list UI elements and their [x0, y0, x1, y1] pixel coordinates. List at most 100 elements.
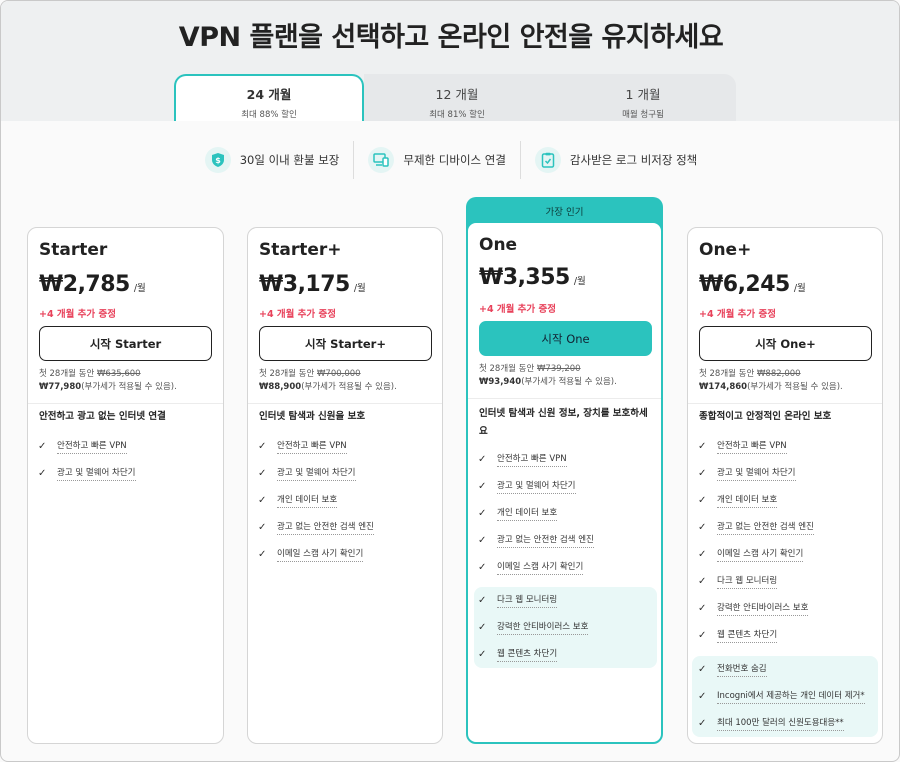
- list-item: ✓ Incogni에서 제공하는 개인 데이터 제거*: [698, 683, 865, 710]
- list-item: ✓ 광고 및 멀웨어 차단기: [698, 460, 814, 487]
- check-icon: ✓: [478, 508, 487, 519]
- check-icon: ✓: [698, 522, 707, 533]
- start-starter-plus-button[interactable]: 시작 Starter+: [259, 326, 432, 361]
- check-icon: ✓: [478, 595, 487, 606]
- feature-label: 30일 이내 환불 보장: [239, 153, 340, 167]
- feature-item[interactable]: 광고 및 멀웨어 차단기: [497, 479, 576, 494]
- tab-label: 24 개월: [246, 87, 292, 102]
- check-icon: ✓: [698, 718, 707, 729]
- feature-item[interactable]: 광고 없는 안전한 검색 엔진: [497, 533, 594, 548]
- discounted-total: ₩174,860: [699, 382, 748, 392]
- billing-info: 첫 28개월 동안 ₩882,000 ₩174,860(부가세가 적용될 수 있…: [699, 368, 843, 394]
- pricing-page: VPN 플랜을 선택하고 온라인 안전을 유지하세요 24 개월 최대 88% …: [0, 0, 900, 762]
- start-one-button[interactable]: 시작 One: [479, 321, 652, 356]
- list-item: ✓ 광고 및 멀웨어 차단기: [258, 460, 374, 487]
- billing-prefix: 첫 28개월 동안: [479, 364, 538, 374]
- tab-24-months[interactable]: 24 개월 최대 88% 할인: [174, 74, 364, 121]
- tab-label: 12 개월: [435, 87, 479, 102]
- divider: [28, 403, 223, 404]
- audit-doc-icon: [534, 147, 561, 173]
- plan-description: 인터넷 탐색과 신원 정보, 장치를 보호하세요: [479, 408, 648, 437]
- price-unit: /월: [133, 283, 146, 294]
- tab-1-month[interactable]: 1 개월 매월 청구됨: [550, 74, 736, 121]
- price-row: ₩6,245 /월: [699, 272, 806, 297]
- discounted-total: ₩77,980: [39, 382, 82, 392]
- vat-note: (부가세가 적용될 수 있음).: [747, 382, 843, 392]
- feature-item[interactable]: 개인 데이터 보호: [717, 493, 778, 508]
- discounted-total: ₩93,940: [479, 377, 522, 387]
- plan-price: ₩2,785: [39, 272, 130, 297]
- check-icon: ✓: [698, 664, 707, 675]
- svg-text:$: $: [215, 156, 221, 165]
- tab-discount: 최대 81% 할인: [429, 110, 485, 120]
- bonus-months: +4 개월 추가 증정: [699, 309, 776, 320]
- feature-item[interactable]: 안전하고 빠른 VPN: [57, 439, 127, 454]
- bonus-months: +4 개월 추가 증정: [259, 309, 336, 320]
- feature-item[interactable]: 이메일 스캠 사기 확인기: [497, 560, 584, 575]
- tab-label: 1 개월: [625, 87, 661, 102]
- check-icon: ✓: [258, 549, 267, 560]
- feature-item[interactable]: 웹 콘텐츠 차단기: [497, 647, 558, 662]
- feature-item[interactable]: 광고 없는 안전한 검색 엔진: [277, 520, 374, 535]
- list-item: ✓ 개인 데이터 보호: [698, 487, 814, 514]
- feature-item[interactable]: 최대 100만 달러의 신원도용대응**: [717, 716, 844, 731]
- plan-name: Starter+: [259, 240, 342, 260]
- feature-item[interactable]: 광고 및 멀웨어 차단기: [277, 466, 356, 481]
- feature-item[interactable]: 개인 데이터 보호: [497, 506, 558, 521]
- bonus-months: +4 개월 추가 증정: [39, 309, 116, 320]
- feature-item[interactable]: 웹 콘텐츠 차단기: [717, 628, 778, 643]
- feature-item[interactable]: 이메일 스캠 사기 확인기: [717, 547, 804, 562]
- tab-12-months[interactable]: 12 개월 최대 81% 할인: [364, 74, 550, 121]
- feature-item[interactable]: 광고 및 멀웨어 차단기: [57, 466, 136, 481]
- check-icon: ✓: [258, 495, 267, 506]
- feature-item[interactable]: 안전하고 빠른 VPN: [717, 439, 787, 454]
- feature-list: ✓ 안전하고 빠른 VPN ✓ 광고 및 멀웨어 차단기: [38, 433, 136, 487]
- start-starter-button[interactable]: 시작 Starter: [39, 326, 212, 361]
- list-item: ✓ 전화번호 숨김: [698, 656, 865, 683]
- check-icon: ✓: [698, 691, 707, 702]
- price-row: ₩3,175 /월: [259, 272, 366, 297]
- list-item: ✓ 안전하고 빠른 VPN: [698, 433, 814, 460]
- list-item: ✓ 웹 콘텐츠 차단기: [478, 641, 588, 668]
- feature-item[interactable]: 강력한 안티바이러스 보호: [497, 620, 589, 635]
- list-item: ✓ 광고 및 멀웨어 차단기: [478, 473, 594, 500]
- list-item: ✓ 광고 없는 안전한 검색 엔진: [258, 514, 374, 541]
- billing-info: 첫 28개월 동안 ₩700,000 ₩88,900(부가세가 적용될 수 있음…: [259, 368, 397, 394]
- list-item: ✓ 광고 및 멀웨어 차단기: [38, 460, 136, 487]
- list-item: ✓ 개인 데이터 보호: [258, 487, 374, 514]
- extra-features-box: ✓ 전화번호 숨김 ✓ Incogni에서 제공하는 개인 데이터 제거* ✓ 최대 …: [692, 656, 878, 737]
- feature-item[interactable]: 이메일 스캠 사기 확인기: [277, 547, 364, 562]
- bonus-months: +4 개월 추가 증정: [479, 304, 556, 315]
- plan-price: ₩6,245: [699, 272, 790, 297]
- original-price: ₩635,600: [97, 369, 141, 379]
- plan-name: One: [479, 235, 518, 255]
- list-item: ✓ 광고 없는 안전한 검색 엔진: [698, 514, 814, 541]
- feature-item[interactable]: 광고 없는 안전한 검색 엔진: [717, 520, 814, 535]
- feature-item[interactable]: 다크 웹 모니터링: [717, 574, 778, 589]
- list-item: ✓ 최대 100만 달러의 신원도용대응**: [698, 710, 865, 737]
- plan-card-one: One ₩3,355 /월 +4 개월 추가 증정 시작 One 첫 28개월 …: [466, 221, 663, 744]
- feature-item[interactable]: 광고 및 멀웨어 차단기: [717, 466, 796, 481]
- plan-description: 안전하고 광고 없는 인터넷 연결: [39, 411, 166, 422]
- feature-item[interactable]: 개인 데이터 보호: [277, 493, 338, 508]
- feature-list: ✓ 안전하고 빠른 VPN ✓ 광고 및 멀웨어 차단기 ✓ 개인 데이터 보호 ✓ 광…: [478, 446, 594, 581]
- feature-item[interactable]: 안전하고 빠른 VPN: [277, 439, 347, 454]
- extra-feature-list: ✓ 전화번호 숨김 ✓ Incogni에서 제공하는 개인 데이터 제거* ✓ 최대 …: [698, 656, 865, 737]
- divider: [468, 398, 661, 399]
- feature-item[interactable]: 안전하고 빠른 VPN: [497, 452, 567, 467]
- feature-strip: $ 30일 이내 환불 보장 무제한 디바이스 연결 감사받은 로그 비저장 정…: [1, 141, 899, 179]
- feature-item[interactable]: 다크 웹 모니터링: [497, 593, 558, 608]
- price-unit: /월: [353, 283, 366, 294]
- feature-item[interactable]: 강력한 안티바이러스 보호: [717, 601, 809, 616]
- feature-list: ✓ 안전하고 빠른 VPN ✓ 광고 및 멀웨어 차단기 ✓ 개인 데이터 보호 ✓ 광…: [258, 433, 374, 568]
- billing-prefix: 첫 28개월 동안: [259, 369, 318, 379]
- divider: [688, 403, 882, 404]
- check-icon: ✓: [698, 441, 707, 452]
- feature-item[interactable]: Incogni에서 제공하는 개인 데이터 제거*: [717, 689, 865, 704]
- feature-item[interactable]: 전화번호 숨김: [717, 662, 767, 677]
- check-icon: ✓: [38, 468, 47, 479]
- list-item: ✓ 안전하고 빠른 VPN: [258, 433, 374, 460]
- tab-billing-note: 매월 청구됨: [622, 110, 664, 120]
- start-one-plus-button[interactable]: 시작 One+: [699, 326, 872, 361]
- check-icon: ✓: [478, 622, 487, 633]
